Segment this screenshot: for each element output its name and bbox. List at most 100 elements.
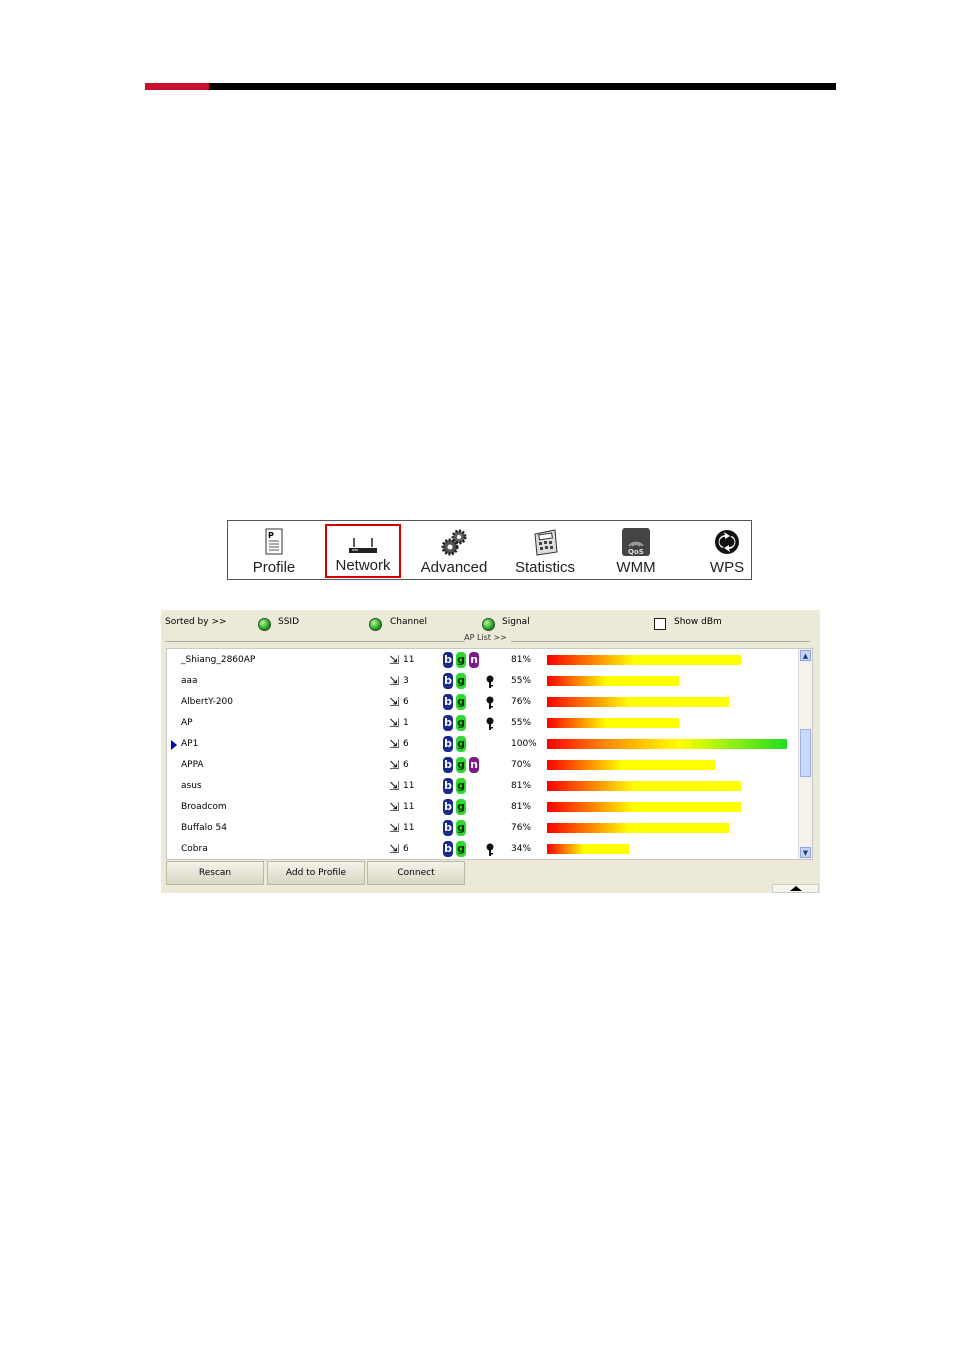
mode-b-icon: b <box>443 694 453 710</box>
ap-signal: 34% <box>511 844 532 854</box>
signal-bar <box>547 676 679 686</box>
ap-row[interactable]: AP ⇲ 1 b g 55% <box>167 713 797 734</box>
collapse-button[interactable] <box>772 884 819 893</box>
gears-icon <box>441 529 467 556</box>
qos-icon: QoS <box>622 528 650 556</box>
ap-ssid: asus <box>181 781 202 791</box>
router-icon <box>349 538 377 553</box>
svg-text:QoS: QoS <box>628 548 644 556</box>
mode-b-icon: b <box>443 820 453 836</box>
toolbar-label: Profile <box>252 559 296 576</box>
ap-signal: 81% <box>511 781 532 791</box>
connect-button[interactable]: Connect <box>367 861 465 885</box>
ap-row[interactable]: Cobra ⇲ 6 b g 34% <box>167 839 797 859</box>
mode-g-icon: g <box>456 673 466 689</box>
toolbar-label: Network <box>335 557 391 574</box>
selected-arrow-icon <box>171 740 177 750</box>
ap-row[interactable]: AlbertY-200 ⇲ 6 b g 76% <box>167 692 797 713</box>
ap-row[interactable]: aaa ⇲ 3 b g 55% <box>167 671 797 692</box>
mode-b-icon: b <box>443 673 453 689</box>
mode-b-icon: b <box>443 652 453 668</box>
signal-bar <box>547 718 679 728</box>
sort-ssid-radio[interactable] <box>258 618 271 631</box>
toolbar-advanced-button[interactable]: Advanced <box>416 524 492 578</box>
ap-ssid: _Shiang_2860AP <box>181 655 256 665</box>
ap-signal: 70% <box>511 760 532 770</box>
mode-b-icon: b <box>443 736 453 752</box>
ap-ssid: AP <box>181 718 193 728</box>
toolbar-label: WPS <box>709 559 745 576</box>
add-to-profile-button[interactable]: Add to Profile <box>267 861 365 885</box>
ap-signal: 55% <box>511 718 532 728</box>
channel-icon: ⇲ <box>389 674 400 688</box>
mode-b-icon: b <box>443 778 453 794</box>
ap-row[interactable]: asus ⇲ 11 b g 81% <box>167 776 797 797</box>
ap-channel: 6 <box>403 760 409 770</box>
ap-row[interactable]: APPA ⇲ 6 b g n 70% <box>167 755 797 776</box>
scroll-up-icon[interactable]: ▲ <box>800 650 811 661</box>
signal-bar <box>547 697 729 707</box>
ap-ssid: Buffalo 54 <box>181 823 227 833</box>
ap-channel: 11 <box>403 802 415 812</box>
toolbar-label: Statistics <box>514 559 575 576</box>
signal-bar <box>547 739 787 749</box>
mode-g-icon: g <box>456 694 466 710</box>
channel-icon: ⇲ <box>389 842 400 856</box>
ap-ssid: aaa <box>181 676 198 686</box>
mode-g-icon: g <box>456 652 466 668</box>
sort-channel-radio[interactable] <box>369 618 382 631</box>
mode-g-icon: g <box>456 778 466 794</box>
toolbar-wmm-button[interactable]: QoS WMM <box>598 524 674 578</box>
calculator-icon <box>534 529 558 556</box>
rescan-button[interactable]: Rescan <box>166 861 264 885</box>
scroll-down-icon[interactable]: ▼ <box>800 847 811 858</box>
channel-icon: ⇲ <box>389 800 400 814</box>
toolbar-statistics-button[interactable]: Statistics <box>507 524 583 578</box>
divider <box>511 641 810 642</box>
ap-channel: 6 <box>403 739 409 749</box>
ap-signal: 100% <box>511 739 537 749</box>
ap-channel: 1 <box>403 718 409 728</box>
toolbar-network-button[interactable]: Network <box>325 524 401 578</box>
ap-ssid: AlbertY-200 <box>181 697 233 707</box>
network-panel: Sorted by >> SSID Channel Signal Show dB… <box>161 610 820 893</box>
ap-channel: 3 <box>403 676 409 686</box>
mode-g-icon: g <box>456 715 466 731</box>
ap-signal: 81% <box>511 802 532 812</box>
toolbar-profile-button[interactable]: P Profile <box>236 524 312 578</box>
channel-icon: ⇲ <box>389 716 400 730</box>
show-dbm-label: Show dBm <box>674 617 722 627</box>
show-dbm-checkbox[interactable] <box>654 618 666 630</box>
svg-text:P: P <box>268 531 274 540</box>
ap-row[interactable]: Broadcom ⇲ 11 b g 81% <box>167 797 797 818</box>
ap-list[interactable]: ▲ ▼ _Shiang_2860AP ⇲ 11 b g n 81% aaa ⇲ 3 b g 55% Alb… <box>166 648 813 860</box>
ap-list-scrollbar[interactable]: ▲ ▼ <box>798 649 812 859</box>
mode-g-icon: g <box>456 757 466 773</box>
sort-signal-radio[interactable] <box>482 618 495 631</box>
profile-icon: P <box>265 528 283 555</box>
signal-bar <box>547 802 741 812</box>
ap-row[interactable]: AP1 ⇲ 6 b g 100% <box>167 734 797 755</box>
ap-ssid: APPA <box>181 760 204 770</box>
scroll-thumb[interactable] <box>800 729 811 777</box>
mode-g-icon: g <box>456 820 466 836</box>
sort-signal-label: Signal <box>502 617 530 627</box>
ap-channel: 6 <box>403 844 409 854</box>
channel-icon: ⇲ <box>389 758 400 772</box>
ap-row[interactable]: _Shiang_2860AP ⇲ 11 b g n 81% <box>167 650 797 671</box>
signal-bar <box>547 823 729 833</box>
mode-b-icon: b <box>443 799 453 815</box>
mode-n-icon: n <box>469 652 479 668</box>
ap-ssid: AP1 <box>181 739 199 749</box>
channel-icon: ⇲ <box>389 653 400 667</box>
toolbar-wps-button[interactable]: WPS <box>689 524 765 578</box>
key-icon <box>486 696 494 709</box>
signal-bar <box>547 844 629 854</box>
mode-b-icon: b <box>443 841 453 857</box>
toolbar-label: Advanced <box>420 559 488 576</box>
channel-icon: ⇲ <box>389 779 400 793</box>
ap-row[interactable]: Buffalo 54 ⇲ 11 b g 76% <box>167 818 797 839</box>
mode-b-icon: b <box>443 757 453 773</box>
signal-bar <box>547 760 715 770</box>
mode-b-icon: b <box>443 715 453 731</box>
